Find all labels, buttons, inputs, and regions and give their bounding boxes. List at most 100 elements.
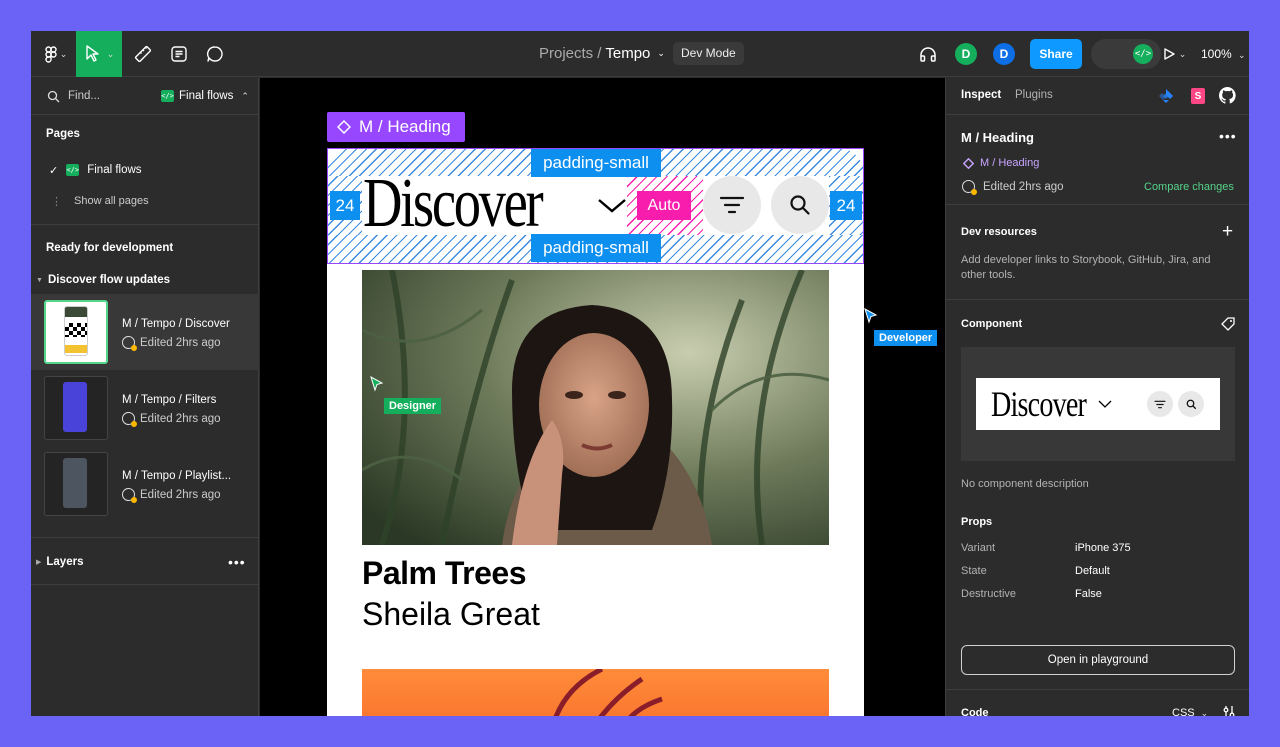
dev-mode-badge: Dev Mode xyxy=(673,42,744,65)
flow-title: M / Tempo / Filters xyxy=(122,394,217,406)
component-heading: Component xyxy=(961,318,1023,330)
triangle-down-icon: ▼ xyxy=(36,276,43,284)
tag-icon[interactable] xyxy=(1221,317,1235,331)
github-icon[interactable] xyxy=(1219,87,1236,104)
flow-thumbnail xyxy=(44,376,108,440)
open-in-playground-button[interactable]: Open in playground xyxy=(961,645,1235,675)
component-icon xyxy=(963,157,974,169)
padding-right-label: 24 xyxy=(830,191,862,220)
breadcrumb-separator: / xyxy=(597,45,602,62)
second-album-image[interactable] xyxy=(362,666,829,716)
figma-logo-icon xyxy=(45,45,57,63)
flower-photo xyxy=(553,666,663,716)
page-item-label: Final flows xyxy=(87,164,142,176)
jira-icon[interactable] xyxy=(1158,88,1174,104)
history-icon xyxy=(122,336,137,351)
breadcrumb-current[interactable]: Tempo xyxy=(605,45,650,62)
component-link[interactable]: M / Heading xyxy=(963,157,1039,169)
chevron-up-icon: ⌃ xyxy=(241,90,249,101)
play-icon xyxy=(1164,48,1175,60)
more-icon[interactable]: ••• xyxy=(228,554,246,570)
prop-name: Variant xyxy=(961,542,996,554)
mobile-frame[interactable]: Discover Auto padding-small padding-smal… xyxy=(327,148,864,716)
main-menu-button[interactable]: ⌄ xyxy=(37,31,75,77)
card-title: Palm Trees xyxy=(362,555,527,591)
prop-name: State xyxy=(961,565,987,577)
compare-changes-link[interactable]: Compare changes xyxy=(1144,181,1234,193)
chevron-down-icon[interactable]: ⌄ xyxy=(657,48,665,59)
history-icon xyxy=(122,488,137,503)
code-language-select[interactable]: CSS ⌄ xyxy=(1172,707,1208,716)
share-button[interactable]: Share xyxy=(1030,39,1082,69)
inspector-title: M / Heading xyxy=(961,130,1034,145)
prop-value: Default xyxy=(1075,565,1110,577)
add-resource-icon[interactable]: + xyxy=(1222,221,1233,243)
history-icon xyxy=(122,412,137,427)
zoom-control[interactable]: 100% ⌄ xyxy=(1201,47,1246,61)
breadcrumb-parent[interactable]: Projects xyxy=(539,45,593,62)
flow-edited-label: Edited 2hrs ago xyxy=(140,412,221,425)
code-language-label: CSS xyxy=(1172,707,1195,716)
headphones-icon xyxy=(920,47,936,62)
more-icon[interactable]: ••• xyxy=(1219,128,1237,144)
search-input[interactable]: Find... xyxy=(68,90,100,102)
developer-cursor-label: Developer xyxy=(874,330,938,346)
storybook-icon[interactable]: S xyxy=(1191,88,1205,104)
show-all-pages-label: Show all pages xyxy=(74,195,149,207)
list-item[interactable]: M / Tempo / Playlist... Edited 2hrs ago xyxy=(31,446,259,522)
comment-icon xyxy=(206,46,223,62)
present-button[interactable]: ⌄ xyxy=(1161,31,1187,77)
search-button[interactable] xyxy=(771,176,829,234)
top-toolbar: ⌄ ⌄ Projects / Tempo ⌄ Dev Mode D D Shar… xyxy=(31,31,1249,77)
audio-button[interactable] xyxy=(915,31,941,77)
divider xyxy=(946,204,1249,205)
list-item[interactable]: M / Tempo / Filters Edited 2hrs ago xyxy=(31,370,259,446)
avatar[interactable]: D xyxy=(993,43,1015,65)
comment-tool-button[interactable] xyxy=(199,31,231,77)
breadcrumb: Projects / Tempo ⌄ xyxy=(539,45,665,62)
divider xyxy=(31,224,259,225)
divider xyxy=(946,299,1249,300)
section-discover-flow-updates[interactable]: ▼ Discover flow updates xyxy=(31,272,259,288)
padding-bottom-label: padding-small xyxy=(531,234,661,262)
dev-mode-toggle[interactable]: </> xyxy=(1091,39,1161,69)
search-row: Find... </> Final flows ⌃ xyxy=(31,87,259,105)
measure-tool-button[interactable] xyxy=(127,31,159,77)
tab-plugins[interactable]: Plugins xyxy=(1015,89,1053,101)
divider xyxy=(31,537,259,538)
filter-button[interactable] xyxy=(703,176,761,234)
divider xyxy=(31,584,259,585)
layers-label: Layers xyxy=(46,556,84,568)
component-tag[interactable]: M / Heading xyxy=(327,112,465,142)
props-heading: Props xyxy=(961,516,993,528)
designer-cursor: Designer xyxy=(370,375,442,414)
annotate-tool-button[interactable] xyxy=(163,31,195,77)
flow-thumbnail xyxy=(44,452,108,516)
list-item[interactable]: M / Tempo / Discover Edited 2hrs ago xyxy=(31,294,259,370)
search-icon xyxy=(47,90,60,102)
flow-edited-label: Edited 2hrs ago xyxy=(140,488,221,501)
flow-edited: Edited 2hrs ago xyxy=(122,412,221,427)
right-inspector-panel: Inspect Plugins S M / Heading ••• M / He… xyxy=(945,78,1249,716)
canvas[interactable]: M / Heading Discover Auto padding-small … xyxy=(260,78,945,716)
ruler-icon xyxy=(134,45,152,63)
heading-component[interactable]: Discover Auto padding-small padding-smal… xyxy=(327,148,864,264)
layers-section[interactable]: ▶ Layers ••• xyxy=(31,554,259,570)
check-icon: ✓ xyxy=(49,164,59,177)
edited-info: Edited 2hrs ago xyxy=(962,180,1064,195)
preview-card: Discover xyxy=(976,378,1220,430)
zoom-level: 100% xyxy=(1201,47,1232,61)
component-description: No component description xyxy=(961,478,1089,490)
tab-inspect[interactable]: Inspect xyxy=(961,89,1001,101)
move-tool-button[interactable]: ⌄ xyxy=(76,31,122,77)
settings-sliders-icon[interactable] xyxy=(1222,705,1236,716)
divider xyxy=(31,114,259,115)
avatar[interactable]: D xyxy=(955,43,977,65)
page-switcher[interactable]: </> Final flows ⌃ xyxy=(161,90,249,102)
chevron-down-icon: ⌄ xyxy=(106,48,115,59)
page-item-final-flows[interactable]: ✓ </> Final flows xyxy=(31,162,259,178)
left-sidebar: Find... </> Final flows ⌃ Pages ✓ </> Fi… xyxy=(31,78,259,716)
show-all-pages[interactable]: ⋮ Show all pages xyxy=(31,193,259,209)
more-vertical-icon: ⋮ xyxy=(51,195,62,208)
chevron-down-icon xyxy=(598,199,626,213)
